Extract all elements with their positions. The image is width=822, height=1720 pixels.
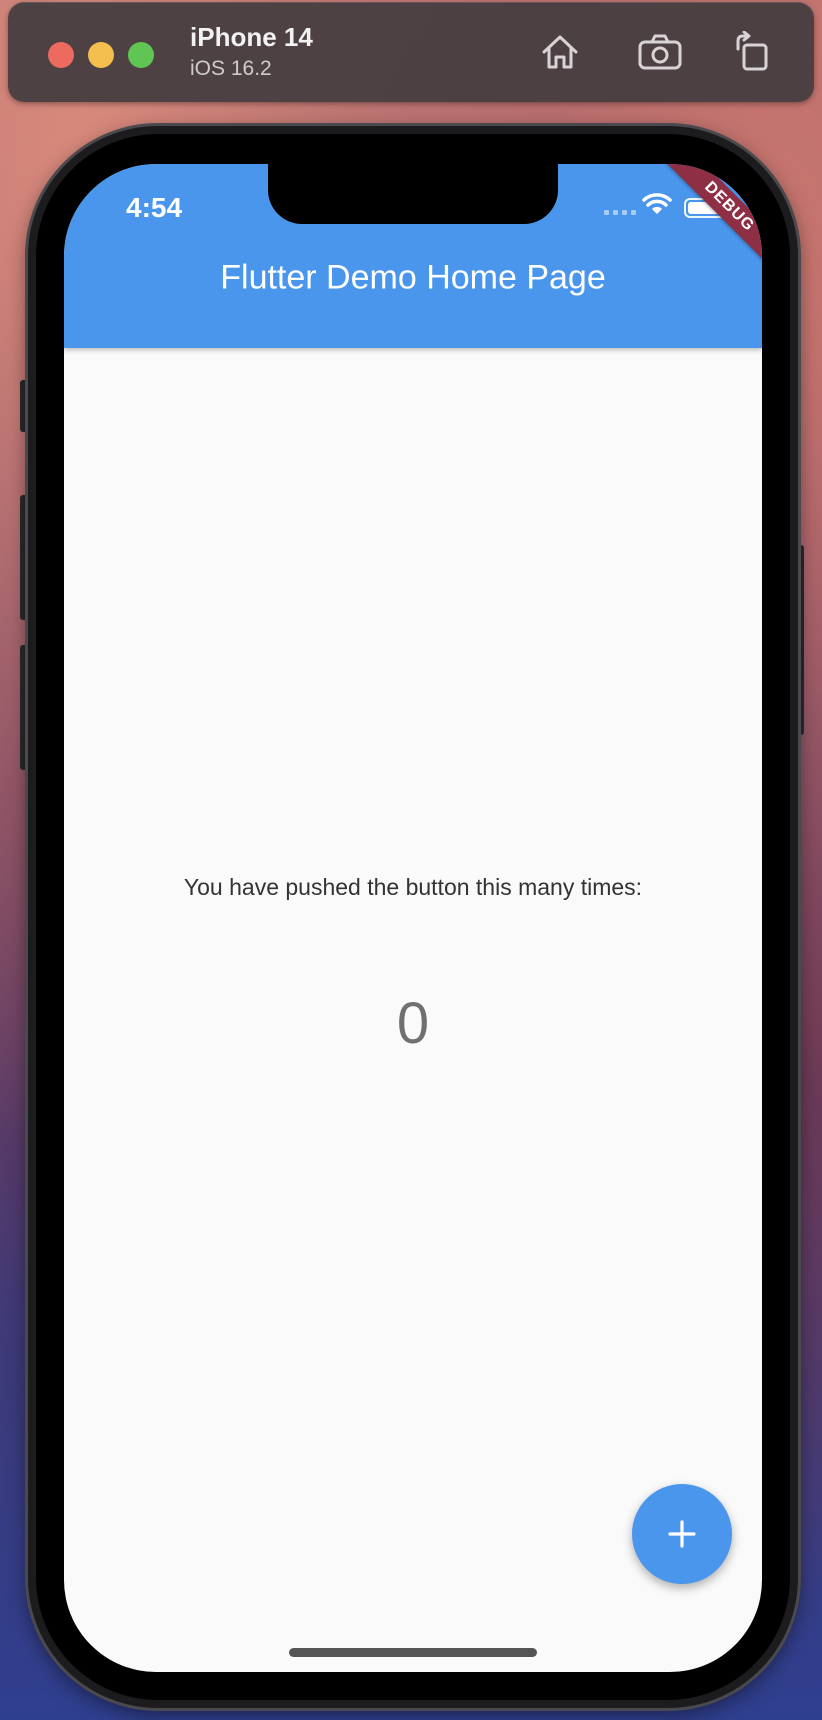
app-title: Flutter Demo Home Page <box>220 258 606 297</box>
volume-down-button <box>20 645 28 770</box>
increment-button[interactable] <box>632 1484 732 1584</box>
home-icon <box>542 35 578 69</box>
home-indicator[interactable] <box>289 1648 537 1657</box>
counter-label: You have pushed the button this many tim… <box>183 874 643 900</box>
device-notch <box>268 164 558 224</box>
cellular-signal-icon <box>604 210 636 215</box>
zoom-window-button[interactable] <box>128 42 154 68</box>
plus-icon <box>668 1520 696 1548</box>
home-button[interactable] <box>536 28 584 76</box>
counter-value: 0 <box>396 991 430 1056</box>
wifi-icon <box>642 193 672 214</box>
rotate-button[interactable] <box>728 28 776 76</box>
app-screen: 4:54 Flutter Demo Home Page DEBUG You ha… <box>64 164 762 1672</box>
device-name: iPhone 14 <box>190 22 313 52</box>
screenshot-button[interactable] <box>636 28 684 76</box>
status-time: 4:54 <box>126 192 183 223</box>
rotate-icon <box>736 31 768 71</box>
camera-icon <box>638 34 682 70</box>
close-window-button[interactable] <box>48 42 74 68</box>
simulator-title-bar: iPhone 14 iOS 16.2 <box>8 2 814 102</box>
os-version: iOS 16.2 <box>190 57 272 80</box>
mute-switch <box>20 380 28 432</box>
volume-up-button <box>20 495 28 620</box>
minimize-window-button[interactable] <box>88 42 114 68</box>
